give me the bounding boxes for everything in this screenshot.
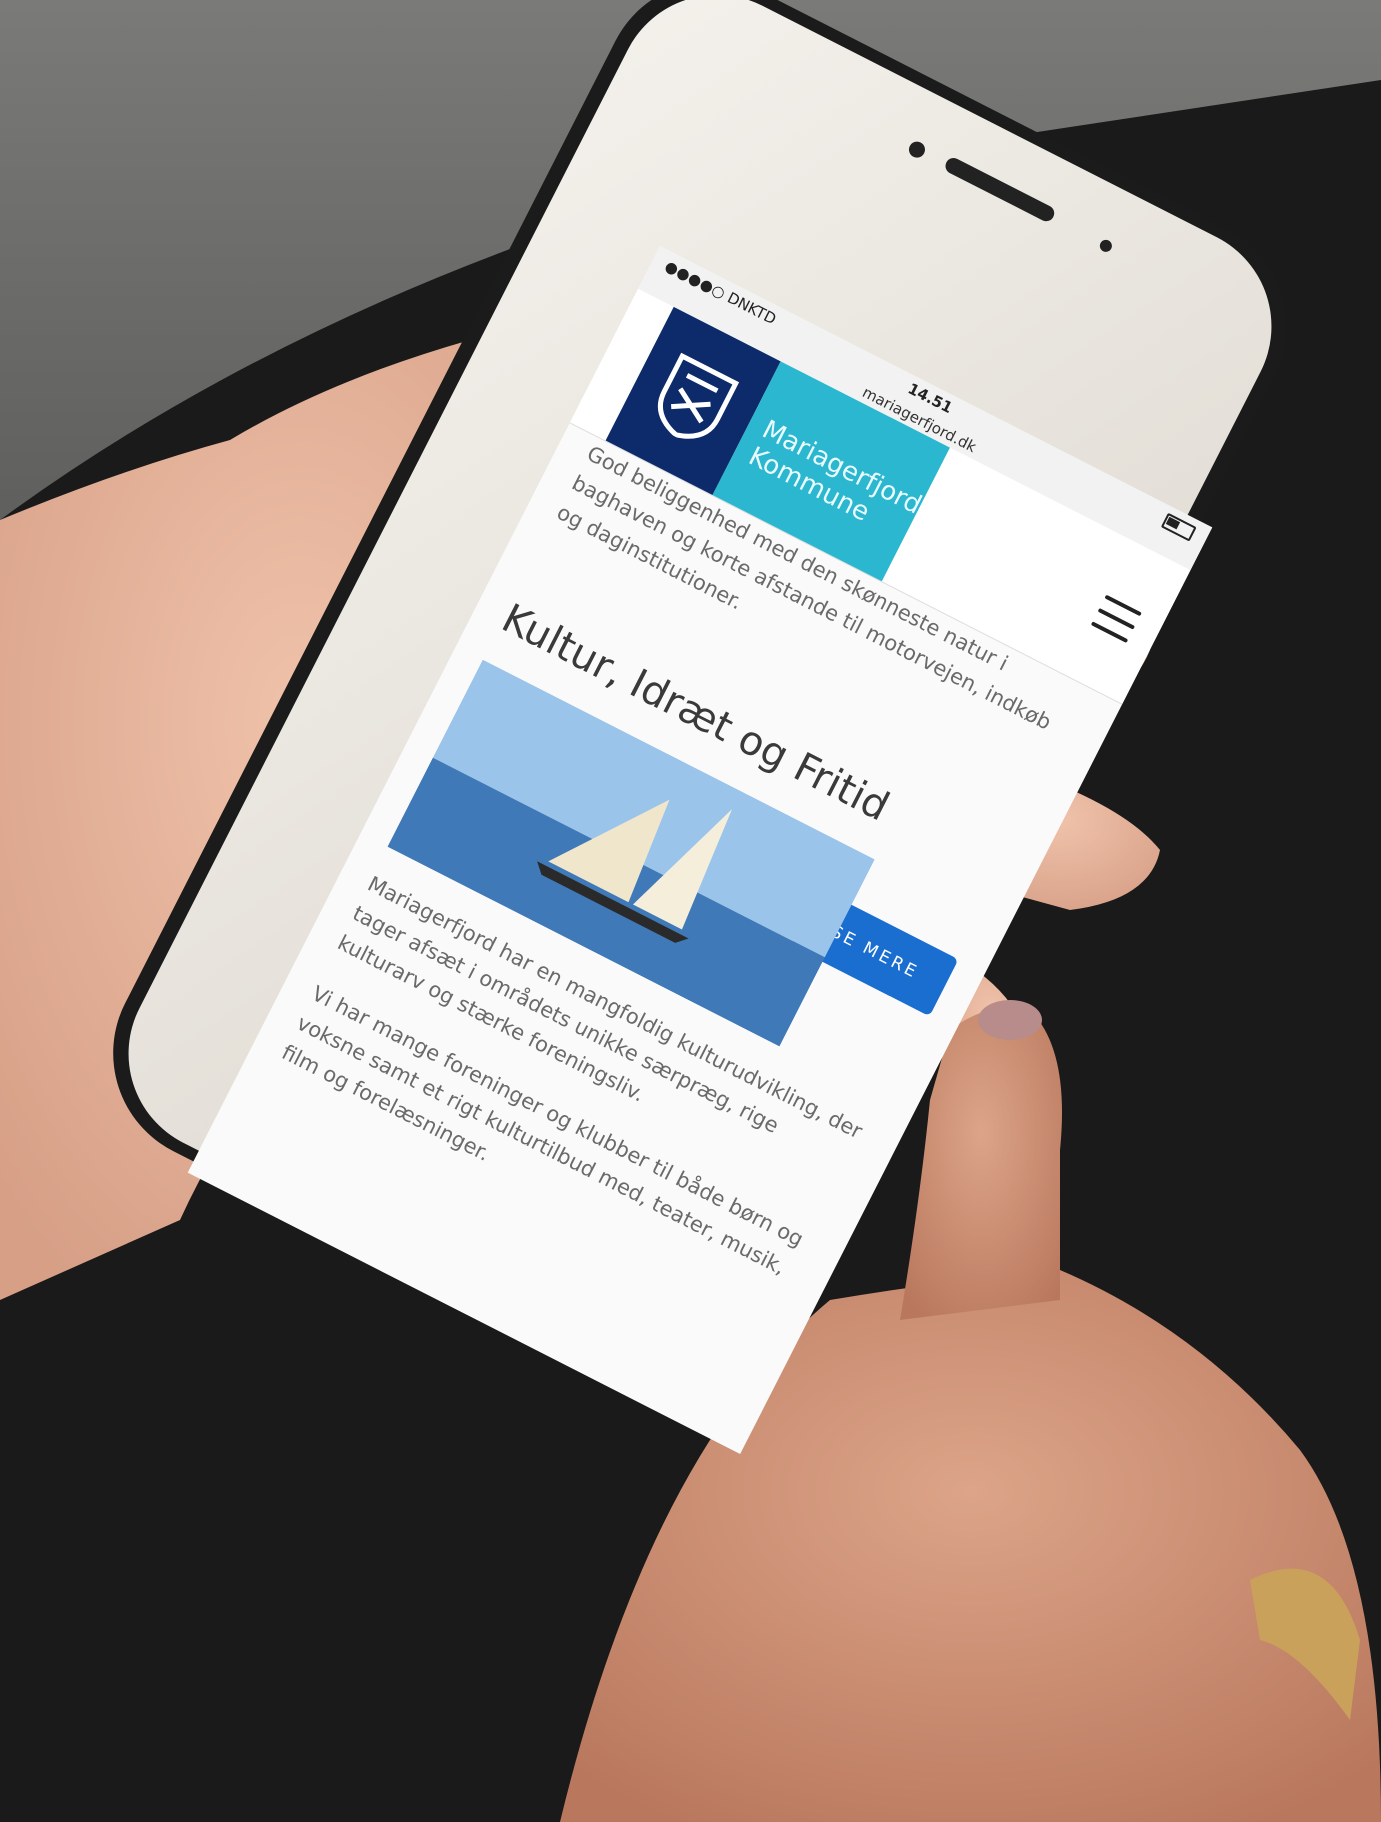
- menu-icon[interactable]: [1090, 594, 1142, 644]
- photo-scene: ●●●●○ DNKTD 14.51 mariagerfjord.dk Maria…: [0, 0, 1381, 1822]
